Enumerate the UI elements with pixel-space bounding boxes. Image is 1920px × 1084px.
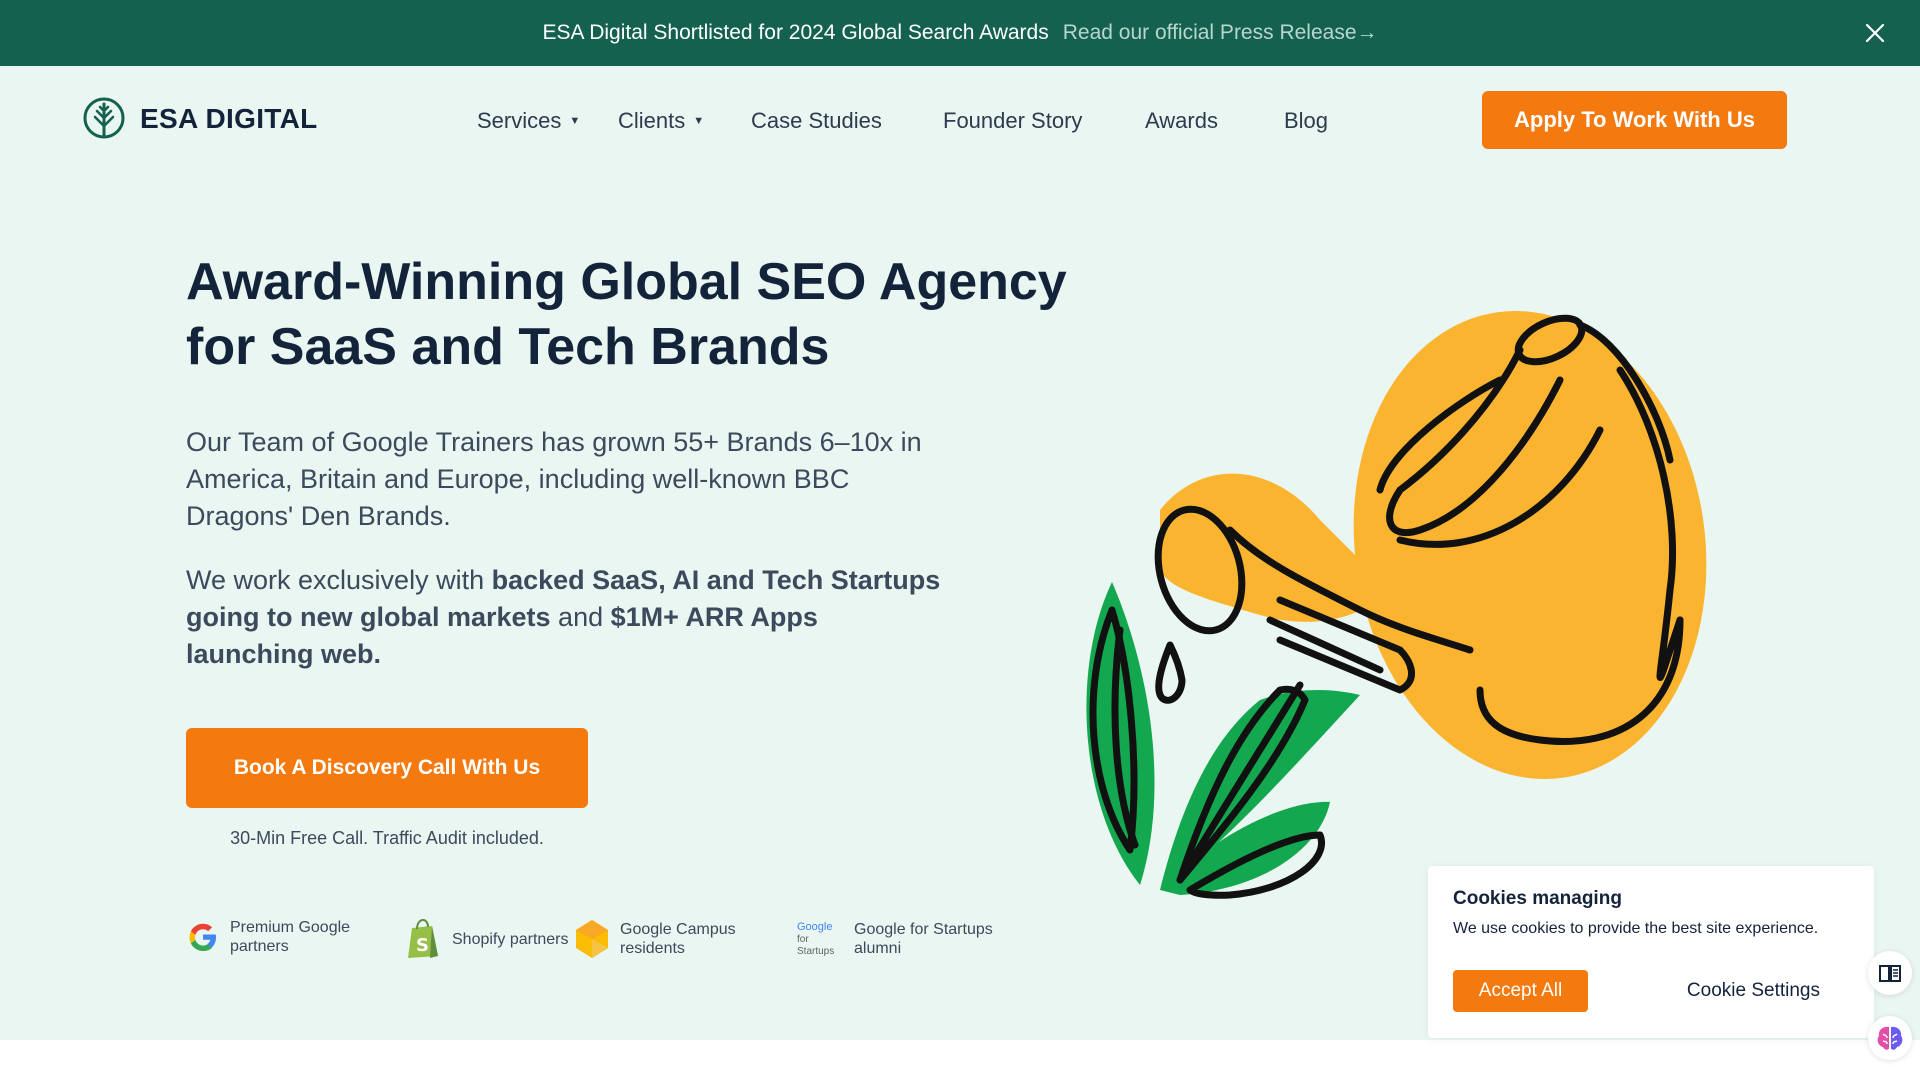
bottom-section [0, 1040, 1920, 1084]
cookie-title: Cookies managing [1453, 888, 1622, 909]
cookie-text: We use cookies to provide the best site … [1453, 920, 1819, 937]
cookie-settings-button[interactable]: Cookie Settings [1687, 970, 1820, 1012]
cookie-banner: Cookies managing We use cookies to provi… [1428, 866, 1874, 1038]
chevron-down-icon: ▼ [693, 115, 705, 127]
announcement-bar: ESA Digital Shortlisted for 2024 Global … [0, 0, 1920, 66]
nav-services[interactable]: Services ▼ [477, 108, 580, 134]
startups-logo-word-for: for [797, 934, 809, 945]
hero-paragraph-2: We work exclusively with backed SaaS, AI… [186, 562, 946, 673]
apply-to-work-button[interactable]: Apply To Work With Us [1482, 91, 1787, 149]
watering-can-illustration [1086, 311, 1707, 899]
badge-google-partner: Premium Google partners [186, 918, 370, 956]
nav-case-studies-label: Case Studies [751, 108, 882, 133]
nav-case-studies[interactable]: Case Studies [751, 108, 882, 134]
chevron-down-icon: ▼ [569, 115, 581, 127]
brain-icon [1877, 1026, 1903, 1050]
hero-para2-text1: We work exclusively with [186, 565, 492, 595]
google-for-startups-icon: Google for Startups [797, 921, 834, 957]
badge-google-startups-label: Google for Startups alumni [854, 921, 993, 957]
badge-google-startups: Google for Startups Google for Startups … [796, 918, 994, 960]
google-g-icon [189, 923, 216, 951]
logo-text: ESA DIGITAL [140, 103, 318, 134]
nav-services-label: Services [477, 108, 562, 133]
press-release-link[interactable]: Read our official Press Release→ [1063, 21, 1378, 45]
nav-awards-label: Awards [1145, 108, 1218, 133]
hero-para2-text2: and [550, 602, 611, 632]
hero-paragraph-1: Our Team of Google Trainers has grown 55… [186, 427, 922, 531]
cta-note: 30-Min Free Call. Traffic Audit included… [230, 828, 544, 848]
nav-clients-label: Clients [618, 108, 686, 133]
badge-google-partner-label: Premium Google partners [230, 919, 351, 955]
reader-mode-button[interactable] [1868, 951, 1912, 995]
nav-founder-story-label: Founder Story [943, 108, 1083, 133]
ai-assistant-button[interactable] [1868, 1016, 1912, 1060]
badge-google-campus: Google Campus residents [574, 918, 760, 960]
badge-google-campus-label: Google Campus residents [620, 921, 736, 957]
nav-blog[interactable]: Blog [1284, 108, 1328, 134]
hero-title: Award-Winning Global SEO Agency for SaaS… [186, 250, 1086, 380]
shopify-bag-icon: S [408, 918, 438, 958]
nav-blog-label: Blog [1284, 108, 1329, 133]
announcement-text: ESA Digital Shortlisted for 2024 Global … [542, 21, 1049, 44]
accept-all-button[interactable]: Accept All [1453, 970, 1588, 1012]
book-discovery-call-button[interactable]: Book A Discovery Call With Us [186, 728, 588, 808]
svg-text:S: S [416, 935, 429, 956]
startups-logo-word-google: Google [797, 921, 832, 933]
book-icon [1879, 965, 1901, 982]
badge-shopify-partner-label: Shopify partners [452, 930, 569, 948]
nav-founder-story[interactable]: Founder Story [943, 108, 1082, 134]
leaf-logo-icon [83, 97, 125, 139]
hero-title-line1: Award-Winning Global SEO Agency [186, 253, 1067, 311]
hero-title-line2: for SaaS and Tech Brands [186, 318, 830, 376]
nav-clients[interactable]: Clients ▼ [618, 108, 704, 134]
startups-logo-word-startups: Startups [797, 946, 834, 957]
badge-shopify-partner: S Shopify partners [404, 918, 592, 960]
nav-awards[interactable]: Awards [1145, 108, 1218, 134]
close-icon[interactable] [1862, 20, 1888, 46]
google-campus-icon [576, 920, 608, 958]
logo[interactable]: ESA DIGITAL [82, 96, 318, 142]
